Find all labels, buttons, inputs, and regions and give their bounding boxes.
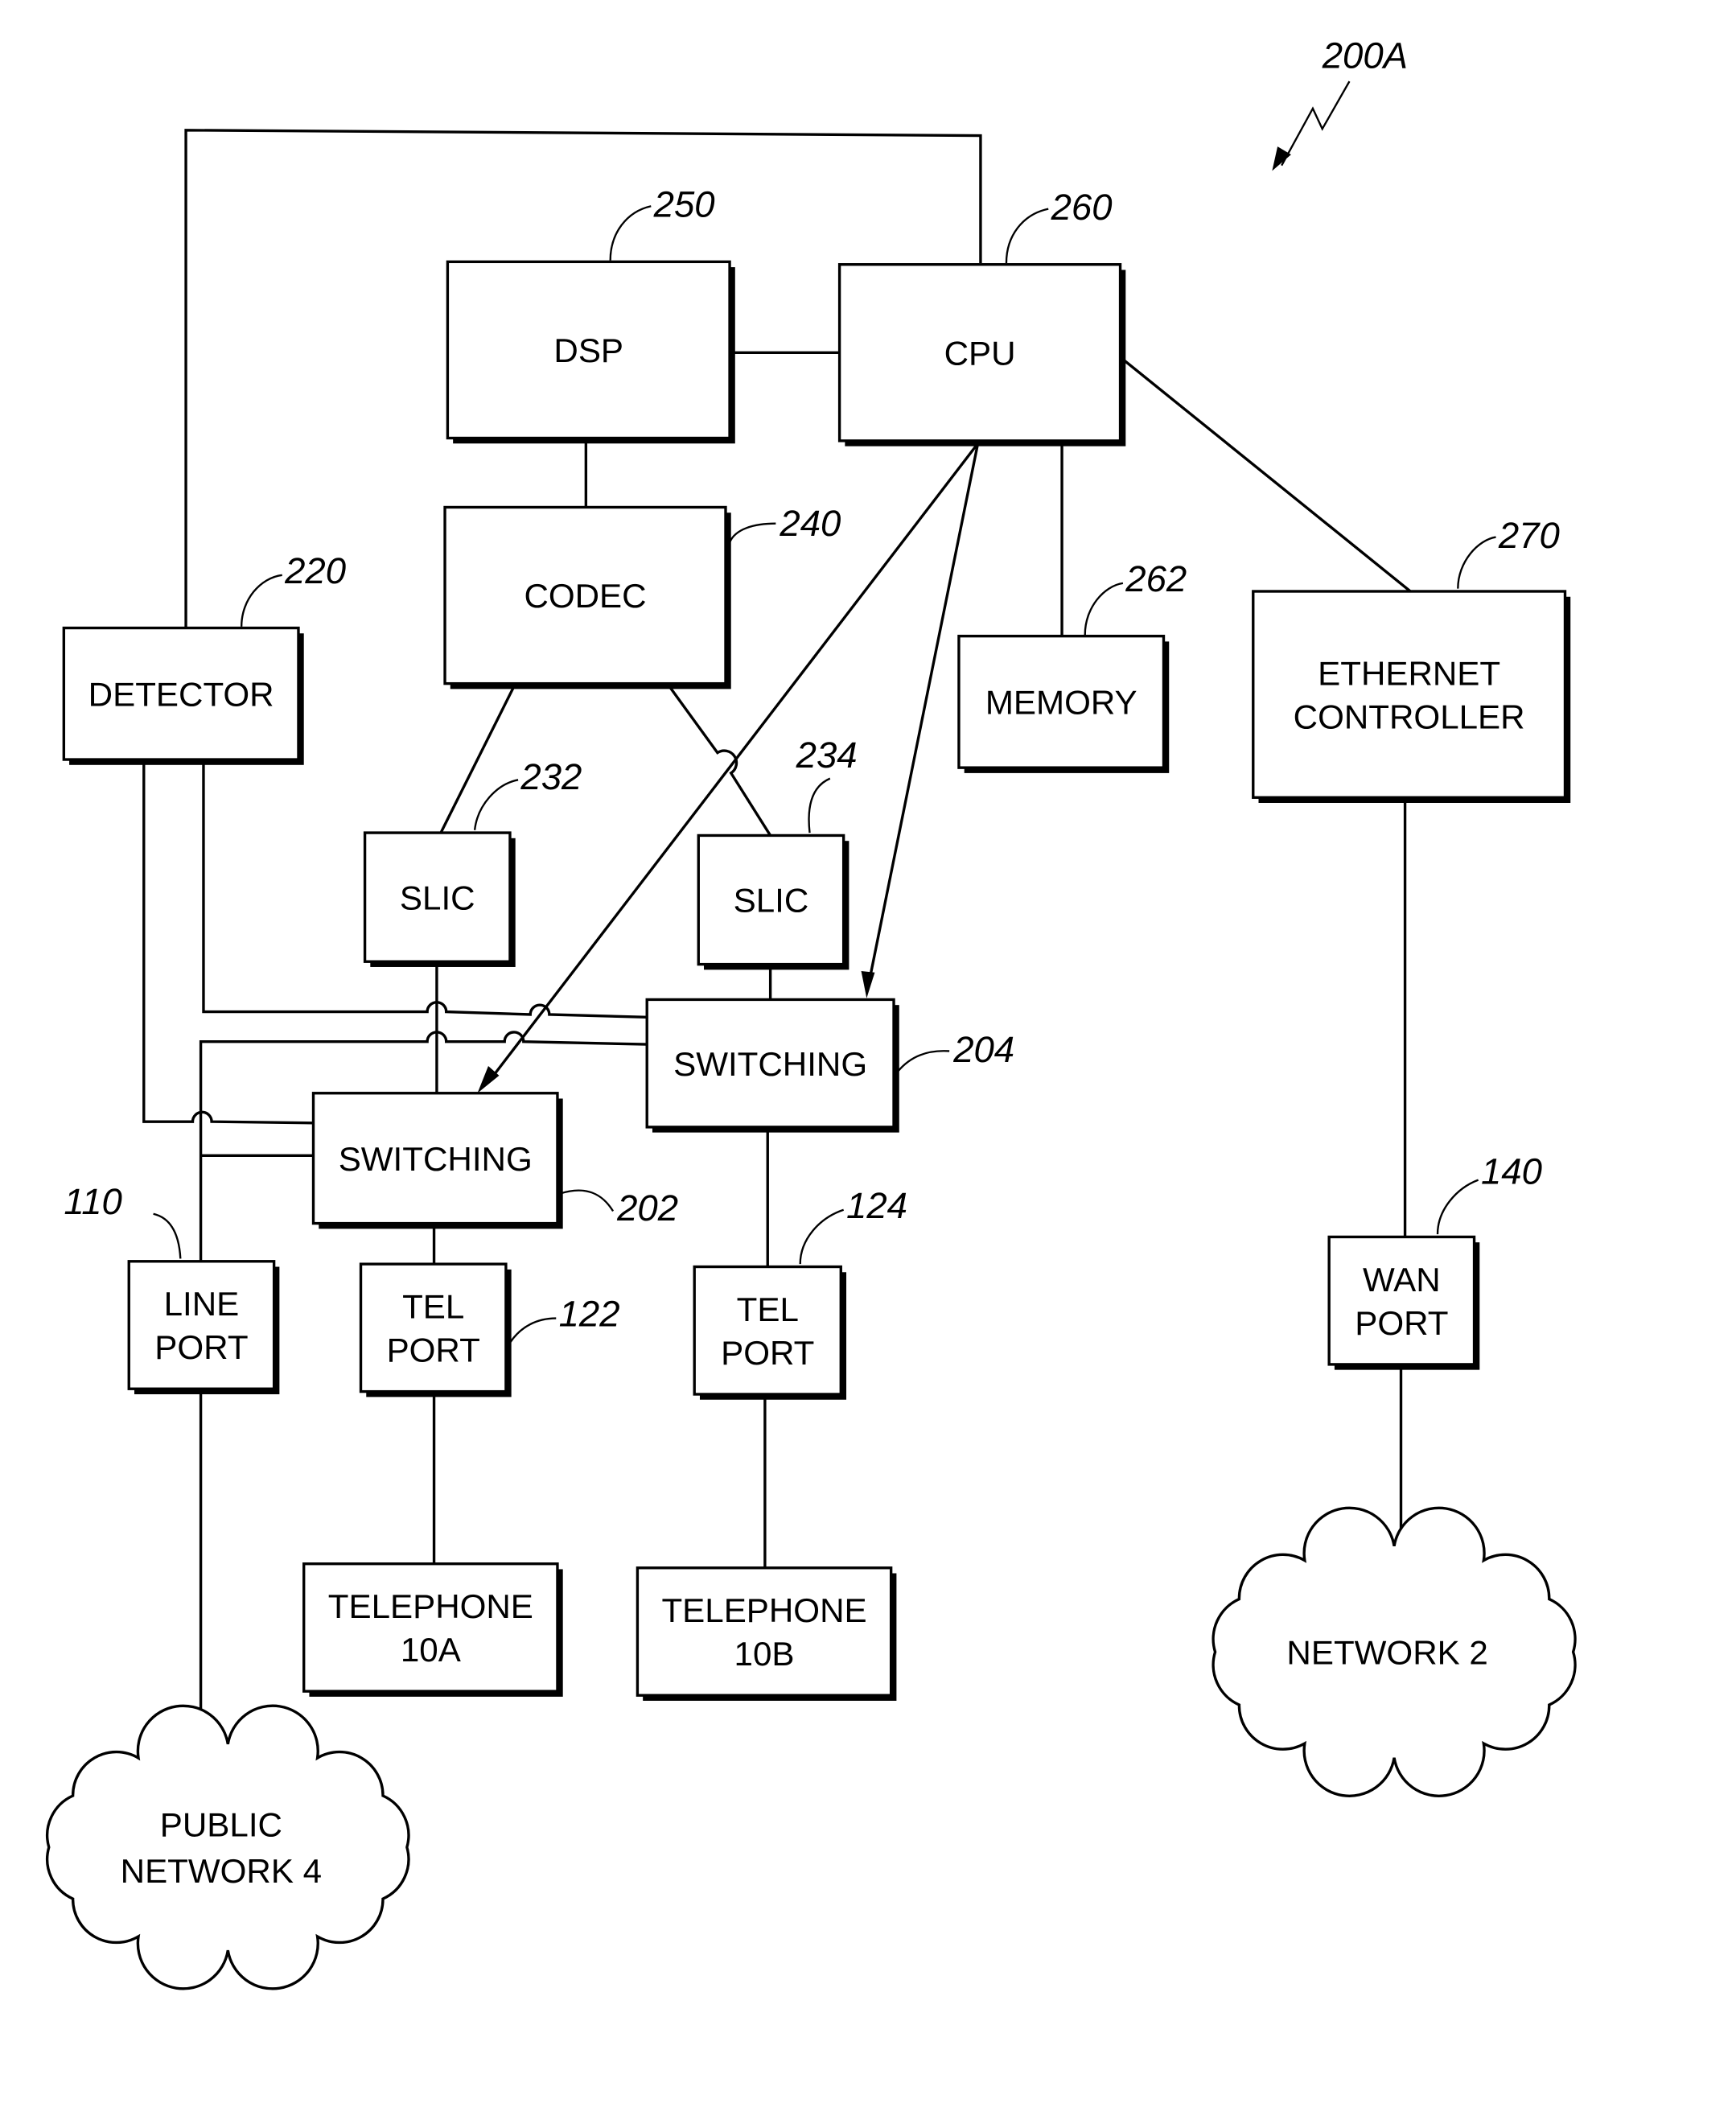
leader-line [508,1317,557,1344]
leader-line [897,1050,950,1072]
ref-numeral-240: 240 [779,503,841,544]
leader-line [1084,582,1124,635]
block-label: TEL [737,1290,799,1328]
ref-numeral-110: 110 [64,1181,122,1222]
block-label: ETHERNET [1318,654,1500,692]
block-dsp: DSP [446,260,735,444]
ref-numeral-260: 260 [1051,187,1113,228]
leader-line [1436,1179,1479,1235]
leader-line [473,779,519,830]
block-switch204: SWITCHING [645,998,899,1133]
leader-line [1457,536,1496,589]
block-memory: MEMORY [957,634,1170,773]
block-telport122: TEL PORT [359,1262,512,1397]
block-label: PORT [1355,1304,1448,1342]
block-lineport: LINE PORT [127,1260,280,1394]
ref-numeral-122: 122 [559,1294,620,1335]
block-label: 10A [401,1631,462,1669]
block-switch202: SWITCHING [311,1092,563,1229]
block-label: SLIC [400,879,475,916]
block-label: PORT [721,1334,814,1372]
cloud-net2: NETWORK 2 [1211,1506,1577,1797]
ref-numeral-204: 204 [952,1029,1014,1070]
ref-numeral-234: 234 [796,735,858,776]
block-frame [693,1265,842,1396]
arrowhead-icon [861,971,875,998]
block-codec: CODEC [443,505,731,689]
wire [1121,358,1412,593]
block-label: 10B [734,1635,795,1673]
block-frame [1327,1235,1476,1366]
block-diagram: DSP CPU CODEC DETECTOR MEMORY ETHERNET CONTROL… [46,35,1577,1990]
ref-numeral-250: 250 [653,184,715,225]
ref-numeral-262: 262 [1125,558,1187,599]
wire [439,682,517,834]
ref-numeral-140: 140 [1481,1151,1542,1192]
block-detector: DETECTOR [62,626,304,765]
block-label: SWITCHING [673,1045,867,1083]
block-frame [1252,590,1567,799]
arrowhead-icon [477,1066,500,1093]
blocks: DSP CPU CODEC DETECTOR MEMORY ETHERNET CONTROL… [62,260,1571,1701]
block-frame [302,1562,559,1693]
block-label: CPU [944,334,1016,372]
cloud-public: PUBLIC NETWORK 4 [46,1704,410,1990]
leader-line [240,574,282,627]
block-label: LINE [164,1285,240,1323]
block-label: CODEC [524,577,646,615]
figure-reference: 200A [1322,35,1408,76]
ref-numeral-270: 270 [1498,515,1560,556]
ref-numeral-124: 124 [846,1185,907,1226]
block-frame [636,1566,893,1697]
arrowhead-icon [1272,146,1291,171]
wire [666,682,772,837]
block-label: DETECTOR [88,675,274,713]
ref-numeral-220: 220 [284,550,346,591]
ref-numeral-232: 232 [520,756,582,797]
block-ethernet: ETHERNET CONTROLLER [1252,590,1571,803]
cloud-label: NETWORK 2 [1286,1633,1487,1671]
block-label: PORT [387,1332,480,1369]
block-frame [359,1262,508,1393]
block-telport124: TEL PORT [693,1265,847,1400]
cloud-label: PUBLIC [160,1806,282,1844]
block-tel10a: TELEPHONE 10A [302,1562,563,1697]
leader-line [609,205,652,261]
figure-ref-arrow [1281,80,1351,167]
leader-line [1005,208,1049,264]
wire [142,759,314,1125]
block-label: CONTROLLER [1294,698,1525,735]
block-label: SWITCHING [339,1140,533,1178]
block-label: MEMORY [985,684,1137,722]
block-label: TELEPHONE [661,1591,866,1629]
block-wanport: WAN PORT [1327,1235,1480,1370]
leader-line [559,1189,615,1212]
block-label: WAN [1363,1261,1441,1299]
block-label: TEL [402,1288,464,1326]
block-cpu: CPU [837,263,1126,447]
block-label: PORT [154,1328,248,1366]
leader-line [808,777,831,834]
ref-numeral-202: 202 [616,1187,678,1229]
block-slic1: SLIC [363,831,516,967]
leader-line [153,1212,182,1259]
leader-line [728,522,776,543]
block-tel10b: TELEPHONE 10B [636,1566,897,1701]
block-slic2: SLIC [697,834,849,970]
cloud-shape [46,1704,410,1990]
block-label: DSP [553,331,623,369]
leader-line [799,1208,845,1265]
cloud-label: NETWORK 4 [121,1852,322,1890]
block-label: TELEPHONE [328,1587,533,1625]
block-frame [127,1260,276,1390]
block-label: SLIC [734,882,809,920]
